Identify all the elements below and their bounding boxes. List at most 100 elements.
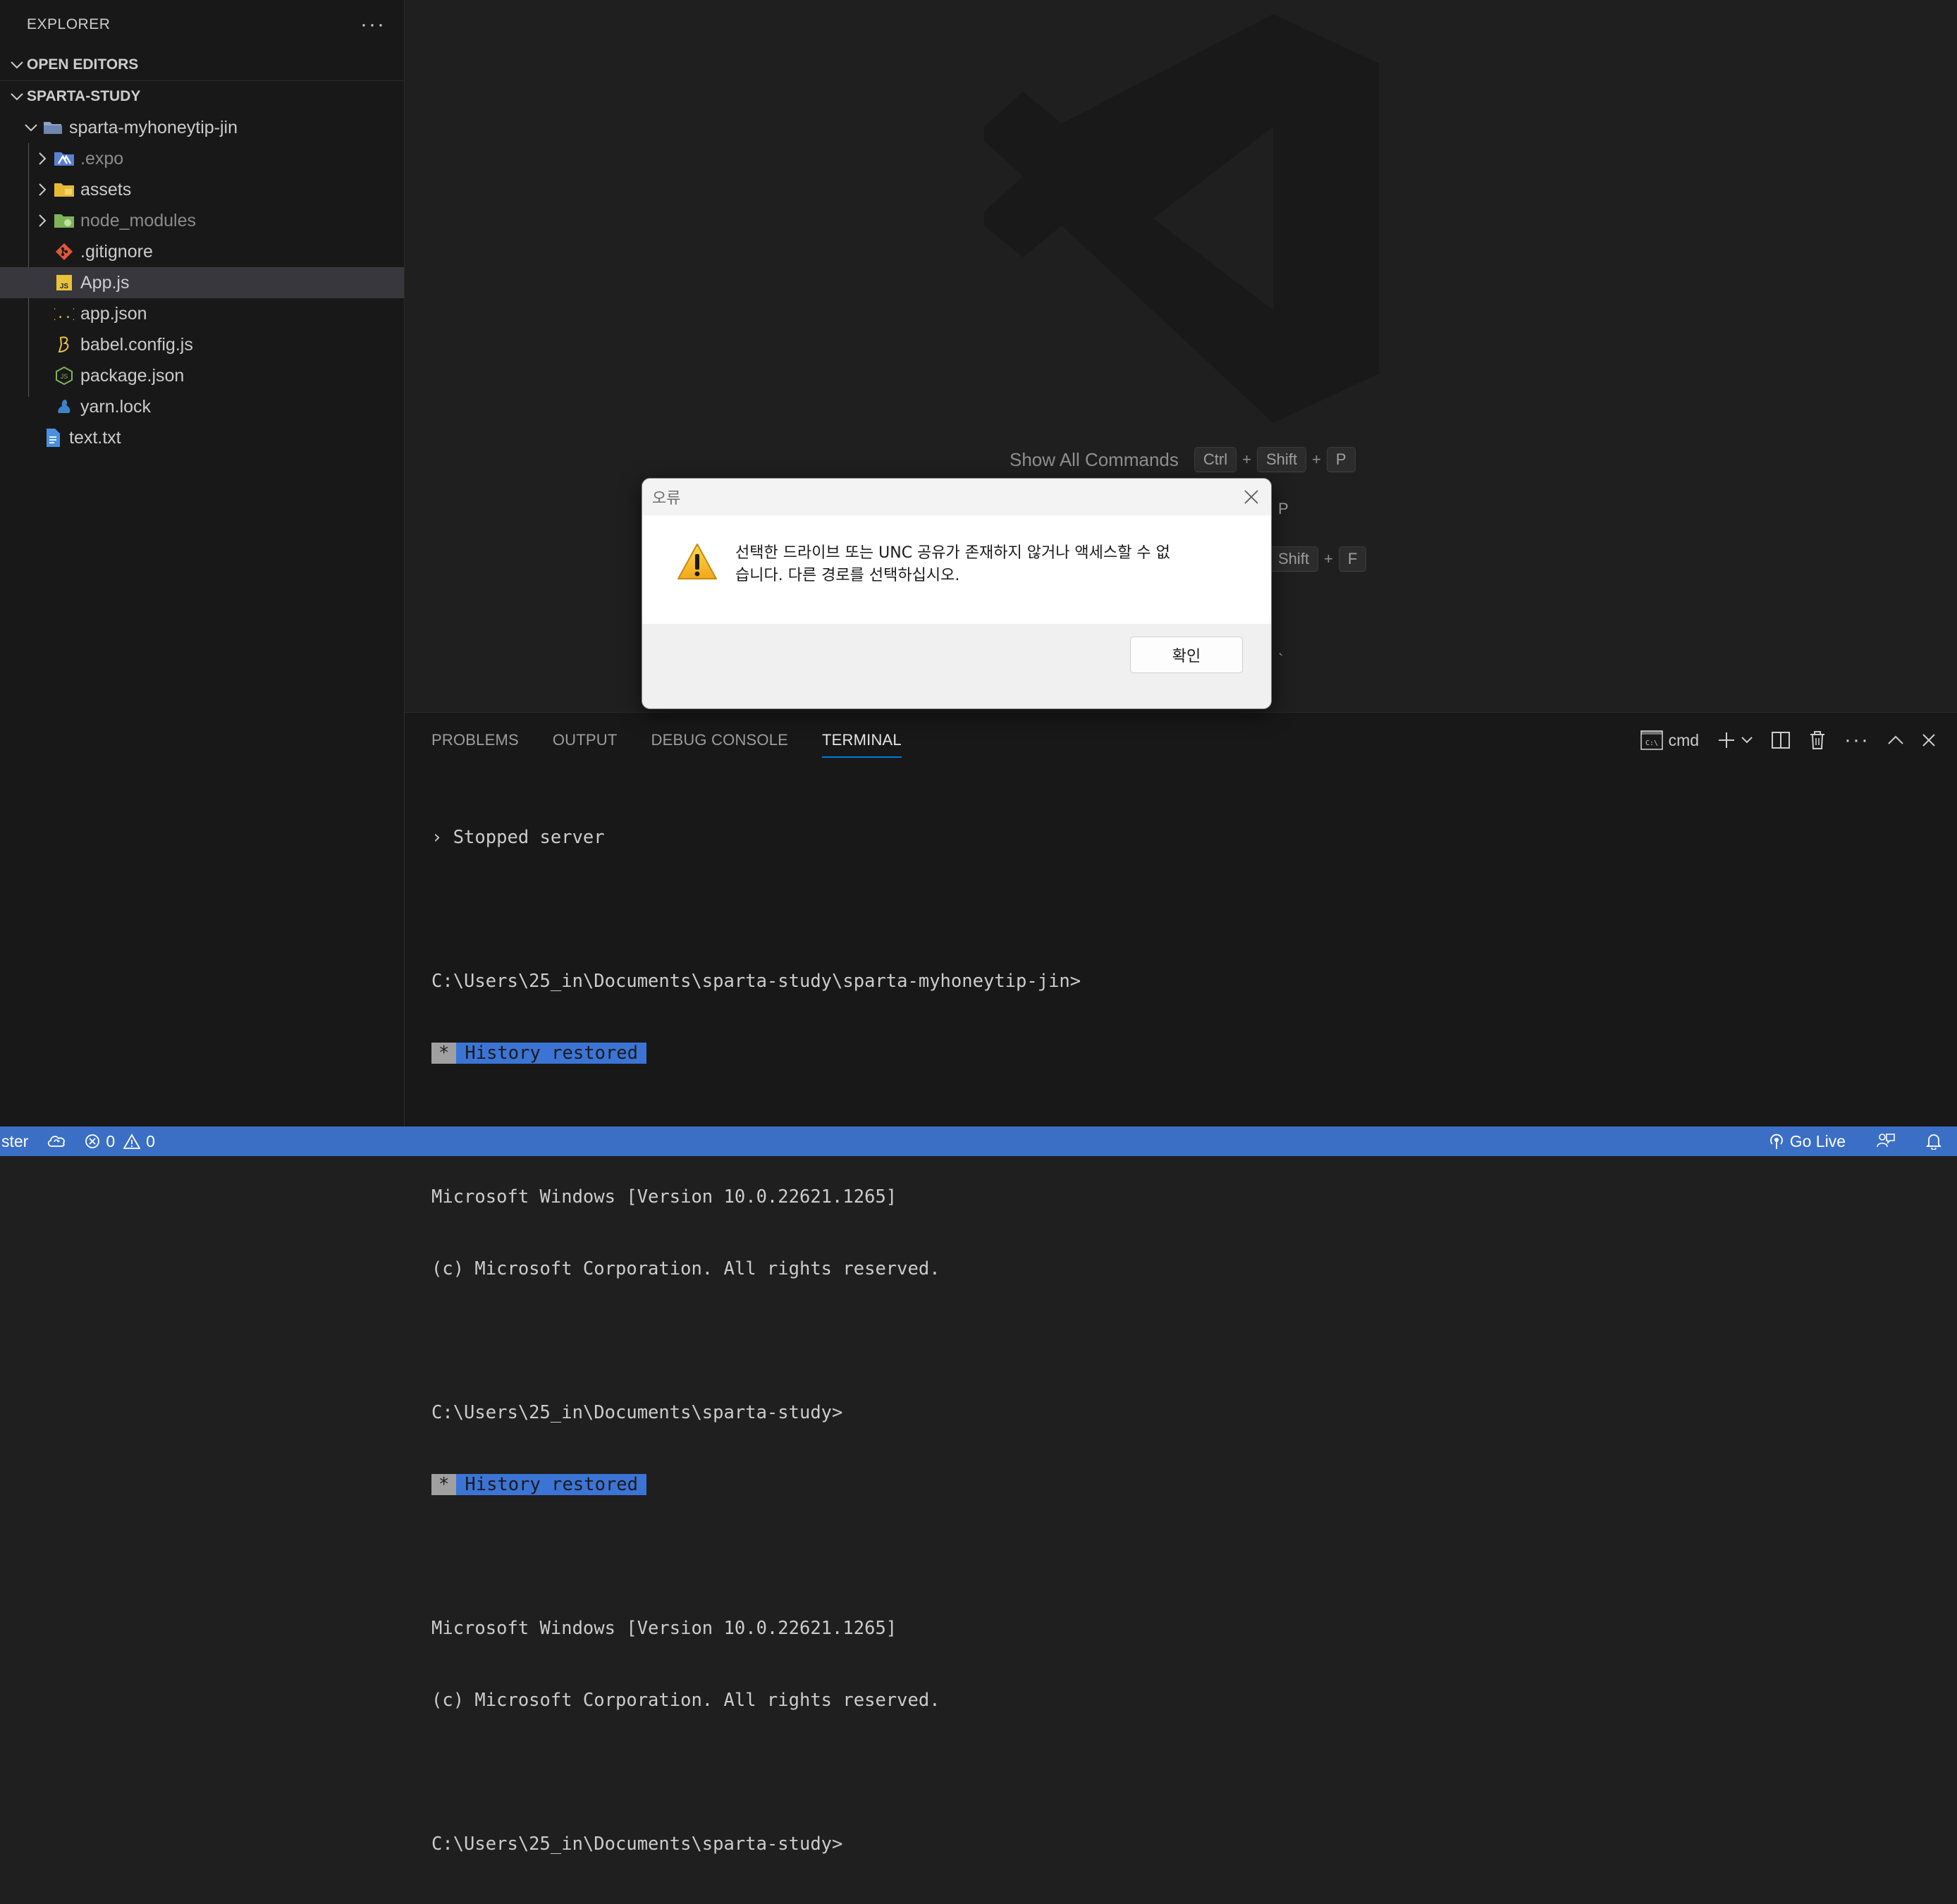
dialog-close-button[interactable] <box>1243 489 1260 505</box>
chevron-down-icon <box>7 57 27 73</box>
vscode-watermark-icon <box>984 14 1379 423</box>
history-restored-line: * History restored <box>431 1041 1943 1065</box>
warning-count: 0 <box>146 1131 155 1150</box>
tree-item-app-js[interactable]: JS App.js <box>0 267 404 298</box>
ok-button[interactable]: 확인 <box>1130 637 1243 673</box>
shortcut-row-3-tail: Shift + F <box>1266 546 1369 572</box>
open-editors-section[interactable]: OPEN EDITORS <box>0 49 404 81</box>
go-live-button[interactable]: Go Live <box>1769 1132 1846 1151</box>
tree-item-app-json[interactable]: {..} app.json <box>0 298 404 329</box>
close-panel-button[interactable] <box>1922 733 1936 747</box>
tree-label: babel.config.js <box>80 334 193 355</box>
dialog-message: 선택한 드라이브 또는 UNC 공유가 존재하지 않거나 액세스할 수 없 습니… <box>735 544 1170 584</box>
folder-open-icon <box>41 117 65 138</box>
chevron-down-icon <box>21 123 41 132</box>
terminal-name: cmd <box>1668 730 1700 749</box>
key-p: P <box>1278 500 1289 517</box>
workspace-label: SPARTA-STUDY <box>27 88 141 104</box>
tree-item-package-json[interactable]: JS package.json <box>0 360 404 391</box>
tab-problems[interactable]: PROBLEMS <box>431 731 519 758</box>
plus-sign: + <box>1324 550 1333 567</box>
tab-output[interactable]: OUTPUT <box>553 731 618 758</box>
explorer-sidebar: EXPLORER ··· OPEN EDITORS SPARTA-STUDY s… <box>0 0 405 1126</box>
svg-text:C:\: C:\ <box>1645 739 1658 747</box>
terminal-cmd-icon: C:\ <box>1640 730 1663 750</box>
bell-icon <box>1926 1134 1941 1150</box>
sync-status[interactable] <box>47 1134 66 1149</box>
yarn-icon <box>52 396 76 417</box>
problems-status[interactable]: 0 0 <box>85 1132 155 1151</box>
feedback-icon <box>1877 1134 1895 1148</box>
history-star: * <box>431 1474 457 1495</box>
trash-icon <box>1810 731 1825 749</box>
chevron-down-icon <box>1741 737 1753 744</box>
git-icon <box>52 241 76 262</box>
chevron-up-icon <box>1888 735 1903 744</box>
explorer-title: EXPLORER <box>27 16 111 32</box>
new-terminal-button[interactable] <box>1717 731 1753 749</box>
tree-label: package.json <box>80 365 185 386</box>
svg-text:JS: JS <box>61 373 68 380</box>
key-f: F <box>1338 546 1367 572</box>
branch-status[interactable]: ster <box>1 1132 28 1151</box>
tree-label: assets <box>80 179 132 199</box>
tab-terminal[interactable]: TERMINAL <box>822 731 902 758</box>
feedback-button[interactable] <box>1877 1133 1895 1150</box>
tree-label: sparta-myhoneytip-jin <box>69 117 238 137</box>
chevron-right-icon <box>32 214 52 227</box>
tab-debug-console[interactable]: DEBUG CONSOLE <box>651 731 789 758</box>
file-tree: sparta-myhoneytip-jin .expo assets node_… <box>0 112 404 453</box>
go-live-label: Go Live <box>1789 1131 1846 1150</box>
maximize-panel-button[interactable] <box>1888 735 1903 745</box>
terminal-profile[interactable]: C:\ cmd <box>1640 730 1699 750</box>
dialog-titlebar: 오류 <box>642 479 1271 515</box>
status-bar: ster 0 0 Go Live <box>0 1126 1957 1156</box>
more-actions-icon[interactable]: ··· <box>1844 728 1870 752</box>
cloud-sync-icon <box>48 1136 66 1147</box>
tree-label: .expo <box>80 148 124 168</box>
error-dialog: 오류 선택한 드라이브 또는 UNC 공유가 존재하지 않거나 액세스할 수 없… <box>642 478 1272 709</box>
tree-item-babel-config[interactable]: babel.config.js <box>0 329 404 360</box>
node-modules-folder-icon <box>52 210 76 231</box>
dialog-title: 오류 <box>652 490 681 508</box>
terminal-line: Microsoft Windows [Version 10.0.22621.12… <box>431 1186 897 1208</box>
history-star: * <box>431 1043 457 1064</box>
key-shift: Shift <box>1269 546 1319 572</box>
assets-folder-icon <box>52 179 76 200</box>
chevron-right-icon <box>32 152 52 165</box>
explorer-header: EXPLORER ··· <box>0 0 404 49</box>
panel-actions: C:\ cmd ··· <box>1640 728 1936 752</box>
tree-item-gitignore[interactable]: .gitignore <box>0 236 404 267</box>
dialog-footer: 확인 <box>642 624 1271 708</box>
tree-item-node-modules[interactable]: node_modules <box>0 205 404 236</box>
terminal-prompt: C:\Users\25_in\Documents\sparta-study> <box>431 1834 843 1855</box>
tree-label: text.txt <box>69 427 121 448</box>
history-restored-badge: History restored <box>456 1043 646 1064</box>
tree-label: yarn.lock <box>80 396 152 417</box>
tree-folder-root[interactable]: sparta-myhoneytip-jin <box>0 112 404 143</box>
more-actions-icon[interactable]: ··· <box>360 14 386 35</box>
status-left: ster 0 0 <box>0 1132 155 1151</box>
shortcut-label: Show All Commands <box>1010 448 1179 470</box>
kill-terminal-button[interactable] <box>1809 730 1826 750</box>
plus-icon <box>1719 732 1735 748</box>
warning-icon <box>123 1134 141 1149</box>
split-terminal-button[interactable] <box>1771 731 1791 749</box>
tree-item-yarn-lock[interactable]: yarn.lock <box>0 391 404 422</box>
terminal-line: (c) Microsoft Corporation. All rights re… <box>431 1690 940 1711</box>
tree-item-expo[interactable]: .expo <box>0 143 404 174</box>
tree-item-text-txt[interactable]: text.txt <box>0 422 404 453</box>
notifications-button[interactable] <box>1926 1133 1941 1150</box>
terminal-line: (c) Microsoft Corporation. All rights re… <box>431 1258 940 1279</box>
plus-sign: + <box>1242 450 1251 468</box>
nodejs-icon: JS <box>52 365 76 386</box>
chevron-down-icon <box>7 89 27 105</box>
history-restored-badge: History restored <box>456 1474 646 1495</box>
error-icon <box>85 1134 100 1148</box>
terminal-output[interactable]: › Stopped server C:\Users\25_in\Document… <box>431 766 1943 1904</box>
key-shift: Shift <box>1256 447 1306 472</box>
key-backtick: ` <box>1278 651 1284 668</box>
tree-item-assets[interactable]: assets <box>0 174 404 205</box>
workspace-section[interactable]: SPARTA-STUDY <box>0 81 404 112</box>
